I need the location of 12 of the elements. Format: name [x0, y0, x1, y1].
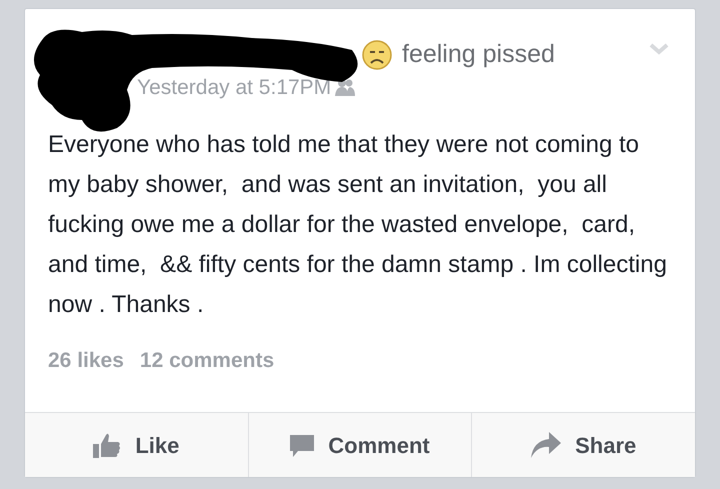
arrow-icon [531, 432, 562, 458]
comment-button[interactable]: Comment [248, 413, 472, 477]
frowning-face-icon [362, 40, 392, 70]
post-text: Everyone who has told me that they were not coming to my baby shower, and was sent an invitation, you all fucking owe me a dollar for the wasted envelope, card, and time, && fifty cents for the damn stamp . Im collecting now . Thanks . [48, 130, 668, 320]
thumbs-up-icon [93, 432, 122, 458]
speech-bubble-icon [290, 433, 314, 457]
like-button[interactable]: Like [25, 413, 248, 477]
feeling-status: feeling pissed [402, 39, 555, 70]
post-timestamp: Yesterday at 5:17PM [137, 74, 332, 100]
people-icon [335, 78, 356, 96]
dropdown-chevron-icon[interactable] [649, 43, 669, 55]
share-button[interactable]: Share [471, 413, 696, 477]
